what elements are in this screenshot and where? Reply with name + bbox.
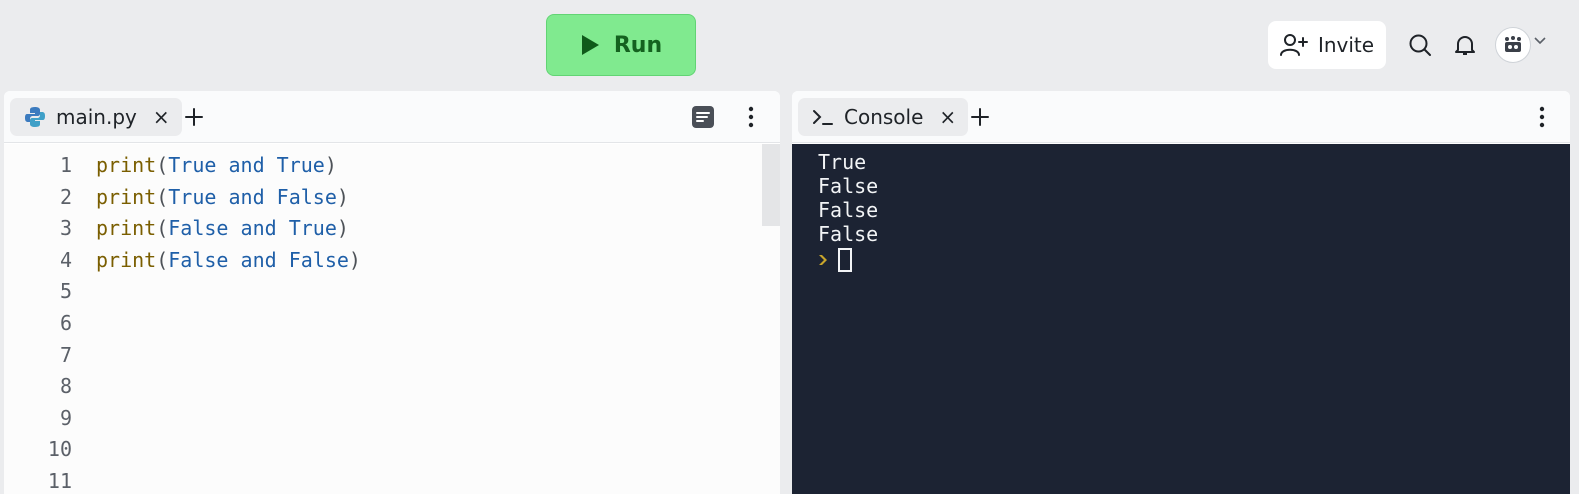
code-content: print(True and True) print(True and Fals… [96,150,361,276]
code-operator: and [240,216,277,241]
plus-icon [185,108,203,126]
line-number: 2 [59,184,72,209]
line-number: 3 [59,216,72,241]
chevron-down-icon[interactable] [1534,36,1546,46]
more-vertical-icon [1539,106,1545,128]
code-literal: True [288,216,337,241]
format-button[interactable] [689,103,717,131]
line-number: 4 [59,247,72,272]
prompt-caret-icon [819,255,827,265]
code-paren: ) [324,153,337,177]
console-prompt[interactable] [818,248,852,272]
tab-main-py[interactable]: main.py × [10,98,182,136]
code-function: print [96,153,157,177]
console-output-line: False [818,198,879,222]
code-paren: ( [156,247,169,272]
editor-scrollbar[interactable] [762,144,780,226]
code-line: print(True and False) [96,182,361,214]
line-number: 9 [59,405,72,430]
code-operator: and [228,153,265,177]
format-icon [692,106,714,128]
console-output-line: True [818,150,867,174]
avatar-robot-icon [1505,36,1521,52]
python-icon [25,107,45,127]
editor-more-button[interactable] [737,103,765,131]
code-operator: and [228,184,265,209]
console-output-line: False [818,174,879,198]
invite-button[interactable]: Invite [1268,21,1386,69]
tab-console[interactable]: Console × [798,98,969,136]
code-line: print(False and False) [96,245,361,277]
line-number: 11 [47,468,72,493]
code-line: print(True and True) [96,150,361,182]
code-paren: ( [156,216,169,241]
console-output-line: False [818,222,879,246]
code-editor[interactable]: 1 2 3 4 5 6 7 8 9 10 11 print(True and T… [4,144,780,494]
play-icon [581,35,599,55]
invite-button-label: Invite [1317,33,1375,57]
add-user-icon [1279,34,1308,56]
search-icon [1409,34,1431,56]
line-number: 8 [59,374,72,399]
line-number: 7 [59,342,72,367]
code-paren: ( [156,184,169,209]
run-button-label: Run [613,32,663,58]
close-icon[interactable]: × [939,105,956,129]
new-tab-button[interactable] [180,103,208,131]
code-paren: ) [336,216,349,241]
code-literal: True [168,184,217,209]
console-tabbar: Console × [792,91,1570,143]
console-more-button[interactable] [1528,103,1556,131]
code-paren: ) [336,184,349,209]
line-number: 5 [59,279,72,304]
line-number: 6 [59,310,72,335]
code-function: print [96,247,157,272]
new-tab-button[interactable] [966,103,994,131]
editor-panel: main.py × 1 2 3 4 5 6 7 8 9 10 11 print(… [4,91,780,494]
code-literal: False [276,184,337,209]
more-vertical-icon [748,106,754,128]
notifications-button[interactable] [1448,28,1482,62]
line-number: 1 [59,153,72,177]
code-function: print [96,216,157,241]
close-icon[interactable]: × [153,105,170,129]
code-paren: ( [156,153,169,177]
code-literal: False [168,216,229,241]
tab-main-py-label: main.py [56,105,137,129]
code-literal: True [168,153,217,177]
console-output: True False False False [818,150,878,246]
line-number: 10 [47,437,72,462]
editor-tabbar: main.py × [4,91,780,143]
terminal-icon [813,110,833,125]
console-panel: Console × True False False False [792,91,1570,494]
console-output-area[interactable]: True False False False [792,144,1570,494]
plus-icon [971,108,989,126]
tab-console-label: Console [844,105,924,129]
search-button[interactable] [1403,28,1437,62]
code-literal: False [288,247,349,272]
code-paren: ) [348,247,361,272]
text-cursor [838,248,852,272]
code-function: print [96,184,157,209]
code-literal: False [168,247,229,272]
code-operator: and [240,247,277,272]
run-button[interactable]: Run [546,14,696,76]
bell-icon [1455,36,1475,55]
avatar[interactable] [1495,27,1531,63]
code-line: print(False and True) [96,213,361,245]
code-literal: True [276,153,325,177]
line-number-gutter: 1 2 3 4 5 6 7 8 9 10 11 [4,150,76,494]
